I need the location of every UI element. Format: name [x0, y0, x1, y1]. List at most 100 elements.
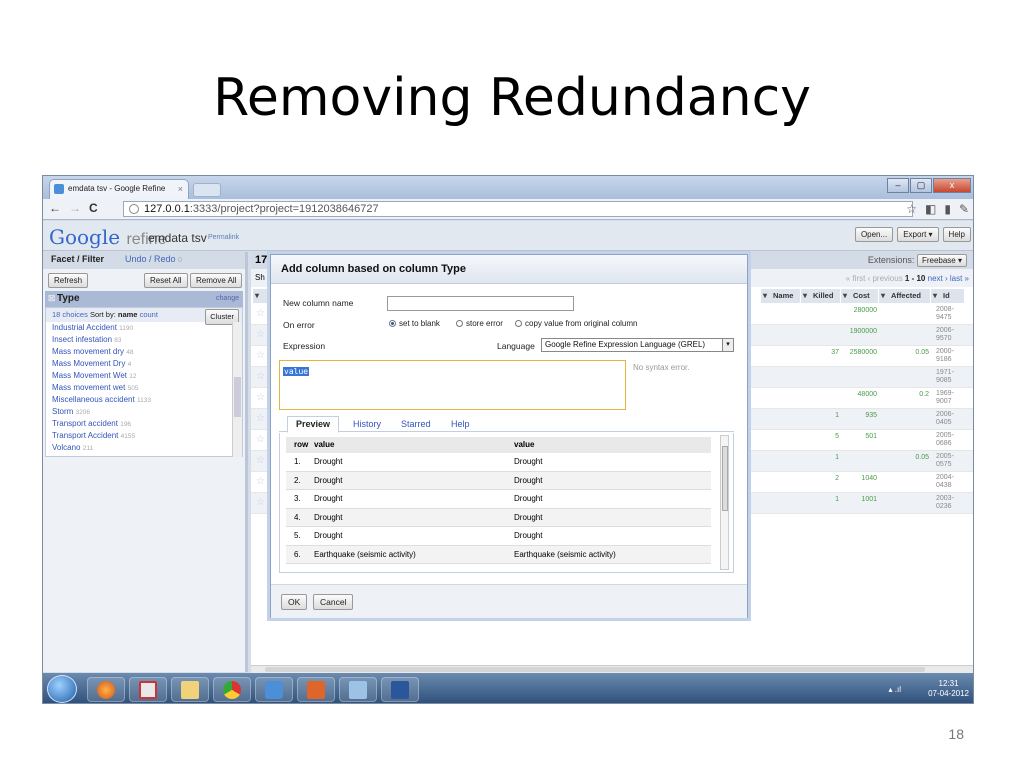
language-select-value: Google Refine Expression Language (GREL)	[545, 340, 706, 349]
facet-choice[interactable]: Volcano 211	[46, 442, 242, 454]
url-input[interactable]: 127.0.0.1:3333/project?project=191203864…	[123, 201, 913, 217]
pager-last[interactable]: last »	[950, 274, 969, 283]
star-row-icon[interactable]: ☆	[256, 308, 265, 319]
facet-change-link[interactable]: change	[216, 291, 239, 307]
preview-scroll-thumb[interactable]	[722, 446, 728, 511]
column-all-header[interactable]	[253, 289, 271, 303]
pager-next[interactable]: next ›	[928, 274, 948, 283]
new-tab-button[interactable]	[193, 183, 221, 197]
freebase-button[interactable]: Freebase ▾	[916, 254, 967, 267]
powerpoint-taskbar-icon[interactable]	[297, 677, 335, 702]
sort-name-option[interactable]: name	[118, 310, 138, 319]
remove-facet-icon[interactable]: ☒	[48, 291, 55, 307]
radio-copy-original[interactable]: copy value from original column	[515, 319, 638, 328]
refine-taskbar-icon[interactable]	[255, 677, 293, 702]
permalink-link[interactable]: Permalink	[208, 234, 239, 241]
mail-taskbar-icon[interactable]	[129, 677, 167, 702]
signal-icon[interactable]: ▮	[944, 202, 951, 216]
sort-by-label: Sort by:	[89, 310, 116, 319]
preview-scrollbar[interactable]	[720, 435, 729, 570]
maximize-button[interactable]: ▢	[910, 178, 932, 193]
star-row-icon[interactable]: ☆	[256, 392, 265, 403]
cell-id: 2003- 0236	[936, 495, 954, 511]
preview-row: 3. Drought Drought	[286, 490, 711, 509]
tab-help[interactable]: Help	[451, 419, 470, 429]
star-row-icon[interactable]: ☆	[256, 434, 265, 445]
extension-icon[interactable]: ◧	[925, 202, 936, 216]
radio-set-to-blank[interactable]: set to blank	[389, 319, 440, 328]
star-row-icon[interactable]: ☆	[256, 329, 265, 340]
wrench-icon[interactable]: ✎	[959, 202, 969, 216]
tab-history[interactable]: History	[353, 419, 381, 429]
folder-taskbar-icon[interactable]	[171, 677, 209, 702]
facet-choice[interactable]: Transport Accident 4155	[46, 430, 242, 442]
column-header-name[interactable]: Name	[761, 289, 801, 303]
star-row-icon[interactable]: ☆	[256, 497, 265, 508]
reload-button[interactable]: C	[89, 201, 98, 215]
facet-choice[interactable]: Transport accident 196	[46, 418, 242, 430]
add-column-dialog: Add column based on column Type New colu…	[270, 254, 748, 618]
notes-taskbar-icon[interactable]	[339, 677, 377, 702]
bookmark-star-icon[interactable]: ☆	[906, 202, 917, 216]
tab-starred[interactable]: Starred	[401, 419, 431, 429]
facet-scrollbar[interactable]	[232, 322, 242, 457]
facet-choice[interactable]: Storm 3206	[46, 406, 242, 418]
star-row-icon[interactable]: ☆	[256, 455, 265, 466]
reset-all-button[interactable]: Reset All	[144, 273, 188, 288]
column-header-id[interactable]: Id	[931, 289, 965, 303]
export-button[interactable]: Export ▾	[897, 227, 939, 242]
star-row-icon[interactable]: ☆	[256, 476, 265, 487]
word-taskbar-icon[interactable]	[381, 677, 419, 702]
pager-previous[interactable]: ‹ previous	[868, 274, 903, 283]
ok-button[interactable]: OK	[281, 594, 308, 610]
pager-first[interactable]: « first	[846, 274, 866, 283]
facet-choice[interactable]: Miscellaneous accident 1133	[46, 394, 242, 406]
close-window-button[interactable]: x	[933, 178, 971, 193]
expression-textarea[interactable]: value	[279, 360, 626, 410]
star-row-icon[interactable]: ☆	[256, 413, 265, 424]
facet-choice[interactable]: Mass Movement Wet 12	[46, 370, 242, 382]
refresh-button[interactable]: Refresh	[48, 273, 89, 288]
close-tab-icon[interactable]: ×	[178, 180, 183, 198]
column-header-killed[interactable]: Killed	[801, 289, 841, 303]
cell-id: 2005- 0575	[936, 453, 954, 469]
facet-choice-list: Industrial Accident 1190 Insect infestati…	[46, 322, 242, 454]
facet-choice[interactable]: Mass movement dry 48	[46, 346, 242, 358]
back-button[interactable]: ←	[49, 201, 61, 215]
sort-count-option[interactable]: count	[140, 310, 158, 319]
grid-horizontal-scrollbar[interactable]	[251, 665, 973, 673]
on-error-label: On error	[283, 320, 315, 330]
system-clock[interactable]: 12:31 07-04-2012	[928, 679, 969, 699]
grid-scroll-thumb[interactable]	[265, 667, 925, 672]
help-button[interactable]: Help	[942, 227, 971, 242]
network-signal-icon[interactable]: ▴ .ıl	[889, 685, 901, 694]
minimize-button[interactable]: –	[887, 178, 909, 193]
star-row-icon[interactable]: ☆	[256, 371, 265, 382]
forward-button[interactable]: →	[69, 201, 81, 215]
chrome-taskbar-icon[interactable]	[213, 677, 251, 702]
new-column-name-input[interactable]	[387, 296, 574, 311]
page-info-icon[interactable]	[129, 204, 139, 214]
radio-store-error[interactable]: store error	[456, 319, 503, 328]
project-name[interactable]: emdata tsv	[148, 231, 207, 245]
language-select[interactable]: Google Refine Expression Language (GREL)…	[541, 338, 734, 352]
firefox-taskbar-icon[interactable]	[87, 677, 125, 702]
facet-choice[interactable]: Mass Movement Dry 4	[46, 358, 242, 370]
star-row-icon[interactable]: ☆	[256, 350, 265, 361]
choices-count[interactable]: 18 choices	[52, 310, 88, 319]
preview-row-value: Drought	[314, 531, 343, 540]
tab-undo-redo[interactable]: Undo / Redo 0	[125, 254, 182, 264]
facet-scroll-thumb[interactable]	[234, 377, 241, 417]
tab-preview[interactable]: Preview	[287, 416, 340, 433]
facet-choice[interactable]: Insect infestation 83	[46, 334, 242, 346]
column-header-affected[interactable]: Affected	[879, 289, 931, 303]
remove-all-button[interactable]: Remove All	[190, 273, 243, 288]
open-button[interactable]: Open...	[854, 227, 894, 242]
browser-tab[interactable]: emdata tsv - Google Refine ×	[49, 179, 189, 199]
column-header-cost[interactable]: Cost	[841, 289, 879, 303]
facet-choice[interactable]: Mass movement wet 505	[46, 382, 242, 394]
cancel-button[interactable]: Cancel	[313, 594, 354, 610]
refine-header: Google refine emdata tsv Permalink Open.…	[43, 221, 973, 251]
tab-facet-filter[interactable]: Facet / Filter	[51, 254, 104, 264]
start-button[interactable]	[47, 675, 77, 703]
